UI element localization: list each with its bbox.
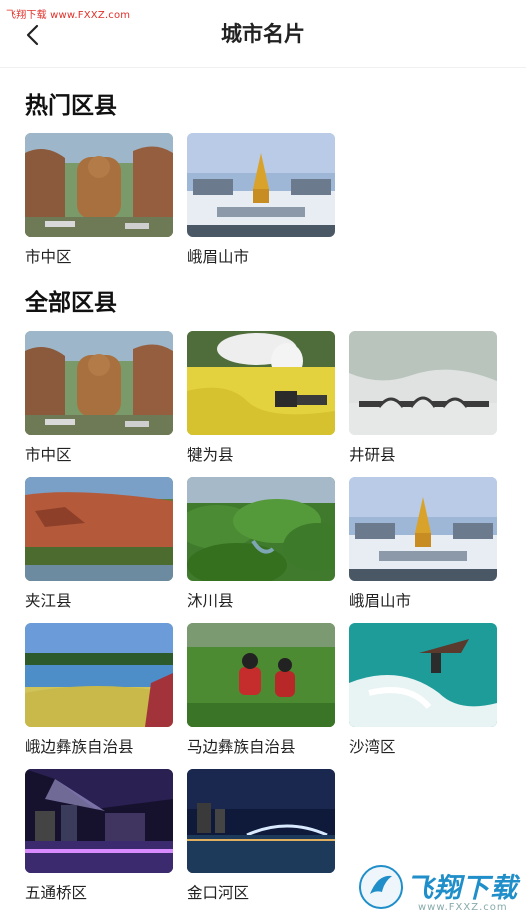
district-label: 沐川县 — [187, 592, 234, 610]
district-thumbnail — [349, 331, 497, 435]
district-card[interactable]: 马边彝族自治县 — [187, 623, 335, 757]
watermark-text: 飞翔下载 — [406, 873, 518, 904]
watermark-logo: 飞翔下载 www.FXXZ.com — [358, 862, 518, 918]
district-card[interactable]: 犍为县 — [187, 331, 335, 465]
district-label: 犍为县 — [187, 446, 234, 464]
district-card[interactable]: 五通桥区 — [25, 769, 173, 903]
district-label: 峨眉山市 — [187, 248, 250, 266]
district-label: 金口河区 — [187, 884, 250, 902]
district-card[interactable]: 沐川县 — [187, 477, 335, 611]
header-bar: 城市名片 — [0, 0, 526, 68]
district-label: 市中区 — [25, 446, 72, 464]
district-label: 夹江县 — [25, 592, 72, 610]
district-thumbnail — [25, 133, 173, 237]
district-card[interactable]: 金口河区 — [187, 769, 335, 903]
district-card[interactable]: 峨边彝族自治县 — [25, 623, 173, 757]
district-thumbnail — [349, 623, 497, 727]
district-card[interactable]: 井研县 — [349, 331, 497, 465]
district-thumbnail — [187, 331, 335, 435]
watermark-url: www.FXXZ.com — [418, 902, 508, 913]
district-card[interactable]: 夹江县 — [25, 477, 173, 611]
district-label: 五通桥区 — [25, 884, 88, 902]
district-thumbnail — [187, 769, 335, 873]
page-title: 城市名片 — [221, 22, 305, 46]
district-label: 马边彝族自治县 — [187, 738, 296, 756]
district-thumbnail — [187, 477, 335, 581]
district-thumbnail — [349, 477, 497, 581]
district-label: 市中区 — [25, 248, 72, 266]
district-thumbnail — [25, 331, 173, 435]
district-label: 井研县 — [349, 446, 396, 464]
district-label: 沙湾区 — [349, 738, 396, 756]
district-card[interactable]: 沙湾区 — [349, 623, 497, 757]
district-card[interactable]: 峨眉山市 — [187, 133, 335, 267]
district-card[interactable]: 市中区 — [25, 133, 173, 267]
district-thumbnail — [25, 769, 173, 873]
district-card[interactable]: 峨眉山市 — [349, 477, 497, 611]
district-thumbnail — [25, 477, 173, 581]
district-thumbnail — [187, 623, 335, 727]
district-thumbnail — [25, 623, 173, 727]
district-label: 峨眉山市 — [349, 592, 412, 610]
district-label: 峨边彝族自治县 — [25, 738, 134, 756]
district-card[interactable]: 市中区 — [25, 331, 173, 465]
section-title-all: 全部区县 — [25, 290, 117, 316]
district-thumbnail — [187, 133, 335, 237]
section-title-hot: 热门区县 — [25, 93, 117, 119]
